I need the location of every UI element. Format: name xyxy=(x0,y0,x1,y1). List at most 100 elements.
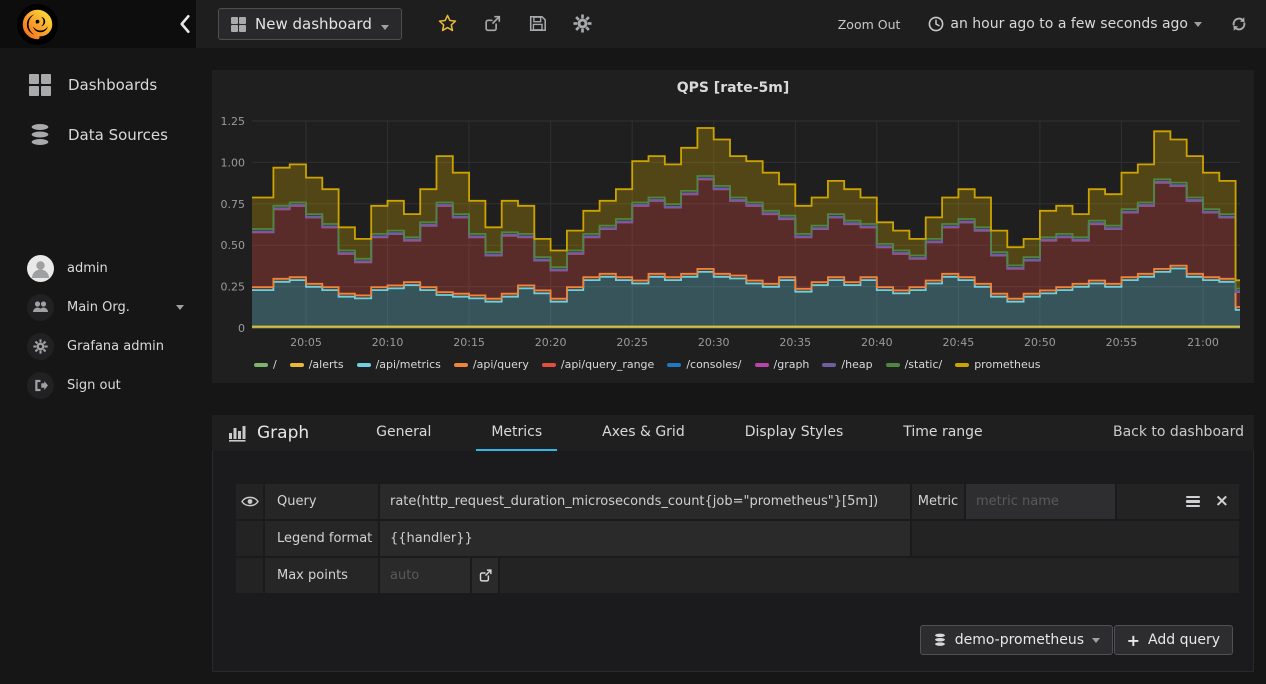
svg-text:20:20: 20:20 xyxy=(535,336,567,349)
refresh-icon[interactable] xyxy=(1230,15,1248,33)
sidebar-item-sign-out[interactable]: Sign out xyxy=(0,363,212,407)
legend-item[interactable]: /alerts xyxy=(289,358,344,371)
sidebar-item-label: Grafana admin xyxy=(67,338,164,354)
max-points-label: Max points xyxy=(265,558,378,593)
tab-general[interactable]: General xyxy=(361,415,446,451)
sidebar-item-label: admin xyxy=(67,260,108,276)
toggle-query-visibility[interactable] xyxy=(236,484,263,519)
save-icon[interactable] xyxy=(528,14,547,33)
legend-series-label: prometheus xyxy=(974,358,1041,371)
chevron-down-icon xyxy=(176,304,184,310)
max-points-input[interactable] xyxy=(380,558,470,593)
qps-chart[interactable]: 0 0.25 0.50 0.75 1.00 1.25 20:05 20:10 20:15 20:2… xyxy=(212,106,1254,352)
metric-name-input[interactable] xyxy=(966,484,1115,519)
query-input-cell xyxy=(380,484,910,519)
sidebar-item-grafana-admin[interactable]: Grafana admin xyxy=(0,324,212,368)
legend-item[interactable]: /consoles/ xyxy=(667,358,742,371)
spacer-cell xyxy=(236,558,263,593)
legend-series-label: /api/query xyxy=(472,358,529,371)
legend-item[interactable]: /static/ xyxy=(885,358,943,371)
chevron-down-icon xyxy=(380,24,389,30)
legend-item[interactable]: / xyxy=(254,358,277,371)
dashboards-grid-icon xyxy=(26,71,54,99)
top-navbar: New dashboard Zoom Out an hour ago to a … xyxy=(0,0,1266,48)
legend-color-marker xyxy=(356,362,371,367)
dashboard-title: New dashboard xyxy=(255,15,372,33)
legend-format-input[interactable] xyxy=(380,521,910,556)
query-menu-icon[interactable] xyxy=(1185,496,1200,507)
tab-display-styles[interactable]: Display Styles xyxy=(730,415,859,451)
svg-text:1.25: 1.25 xyxy=(221,115,246,128)
sidebar-item-main-org[interactable]: Main Org. xyxy=(0,285,212,329)
time-range-picker[interactable]: an hour ago to a few seconds ago xyxy=(928,16,1202,32)
editor-body: Query Metric × Legend format xyxy=(212,451,1254,672)
legend-series-label: /api/metrics xyxy=(375,358,441,371)
legend-item[interactable]: /graph xyxy=(754,358,810,371)
external-link-icon xyxy=(479,569,492,582)
legend-series-label: /graph xyxy=(773,358,810,371)
dashboard-title-button[interactable]: New dashboard xyxy=(218,8,402,40)
chevron-down-icon xyxy=(1092,637,1100,643)
svg-text:0: 0 xyxy=(238,322,245,335)
legend-item[interactable]: /api/metrics xyxy=(356,358,441,371)
sidebar-collapse-icon[interactable] xyxy=(176,13,194,35)
svg-text:0.75: 0.75 xyxy=(221,198,246,211)
svg-text:1.00: 1.00 xyxy=(221,156,246,169)
panel-editor: Graph General Metrics Axes & Grid Displa… xyxy=(212,415,1254,672)
legend-format-input-cell xyxy=(380,521,910,556)
dashboard-grid-icon xyxy=(231,16,246,32)
legend-item[interactable]: /api/query xyxy=(453,358,529,371)
legend-series-label: / xyxy=(273,358,277,371)
users-icon xyxy=(26,293,54,321)
legend-color-marker xyxy=(955,362,970,367)
svg-text:20:55: 20:55 xyxy=(1106,336,1138,349)
avatar xyxy=(26,254,54,282)
gear-icon[interactable] xyxy=(573,14,592,33)
datasource-selector-button[interactable]: demo-prometheus xyxy=(919,625,1113,655)
legend-format-row: Legend format xyxy=(236,521,1239,556)
query-expression-input[interactable] xyxy=(380,484,910,519)
add-query-button[interactable]: + Add query xyxy=(1113,625,1233,655)
legend-item[interactable]: prometheus xyxy=(955,358,1040,371)
clock-icon xyxy=(929,16,944,32)
legend-color-marker xyxy=(822,362,837,367)
legend-item[interactable]: /api/query_range xyxy=(541,358,655,371)
tab-axes-grid[interactable]: Axes & Grid xyxy=(587,415,700,451)
legend-format-label: Legend format xyxy=(265,521,378,556)
bar-chart-icon xyxy=(229,426,246,442)
legend-series-label: /consoles/ xyxy=(686,358,742,371)
spacer-cell xyxy=(236,521,263,556)
legend-color-marker xyxy=(885,362,900,367)
metric-label: Metric xyxy=(912,484,964,519)
sidebar-item-dashboards[interactable]: Dashboards xyxy=(0,63,212,107)
star-icon[interactable] xyxy=(438,14,457,33)
legend-item[interactable]: /heap xyxy=(822,358,873,371)
share-icon[interactable] xyxy=(483,14,502,33)
max-points-link-button[interactable] xyxy=(472,558,498,593)
database-icon xyxy=(934,632,946,647)
svg-text:20:35: 20:35 xyxy=(779,336,811,349)
grafana-logo[interactable] xyxy=(16,3,59,46)
svg-text:20:10: 20:10 xyxy=(372,336,404,349)
eye-icon xyxy=(240,496,259,507)
tab-metrics[interactable]: Metrics xyxy=(476,415,558,451)
back-to-dashboard-link[interactable]: Back to dashboard xyxy=(1113,424,1244,440)
panel-title[interactable]: QPS [rate-5m] xyxy=(212,80,1254,96)
sidebar-item-label: Data Sources xyxy=(68,126,168,144)
time-range-label: an hour ago to a few seconds ago xyxy=(950,16,1188,32)
svg-text:20:25: 20:25 xyxy=(616,336,648,349)
max-points-input-cell xyxy=(380,558,470,593)
legend-series-label: /api/query_range xyxy=(560,358,655,371)
svg-text:20:15: 20:15 xyxy=(453,336,485,349)
legend-series-label: /static/ xyxy=(904,358,943,371)
sidebar-item-admin[interactable]: admin xyxy=(0,246,212,290)
remove-query-icon[interactable]: × xyxy=(1215,493,1229,510)
sign-out-icon xyxy=(26,371,54,399)
query-label: Query xyxy=(265,484,378,519)
tab-time-range[interactable]: Time range xyxy=(888,415,997,451)
query-row-actions: × xyxy=(1117,484,1239,519)
zoom-out-button[interactable]: Zoom Out xyxy=(838,17,901,32)
svg-text:20:50: 20:50 xyxy=(1024,336,1056,349)
legend-series-label: /heap xyxy=(841,358,873,371)
sidebar-item-data-sources[interactable]: Data Sources xyxy=(0,113,212,157)
